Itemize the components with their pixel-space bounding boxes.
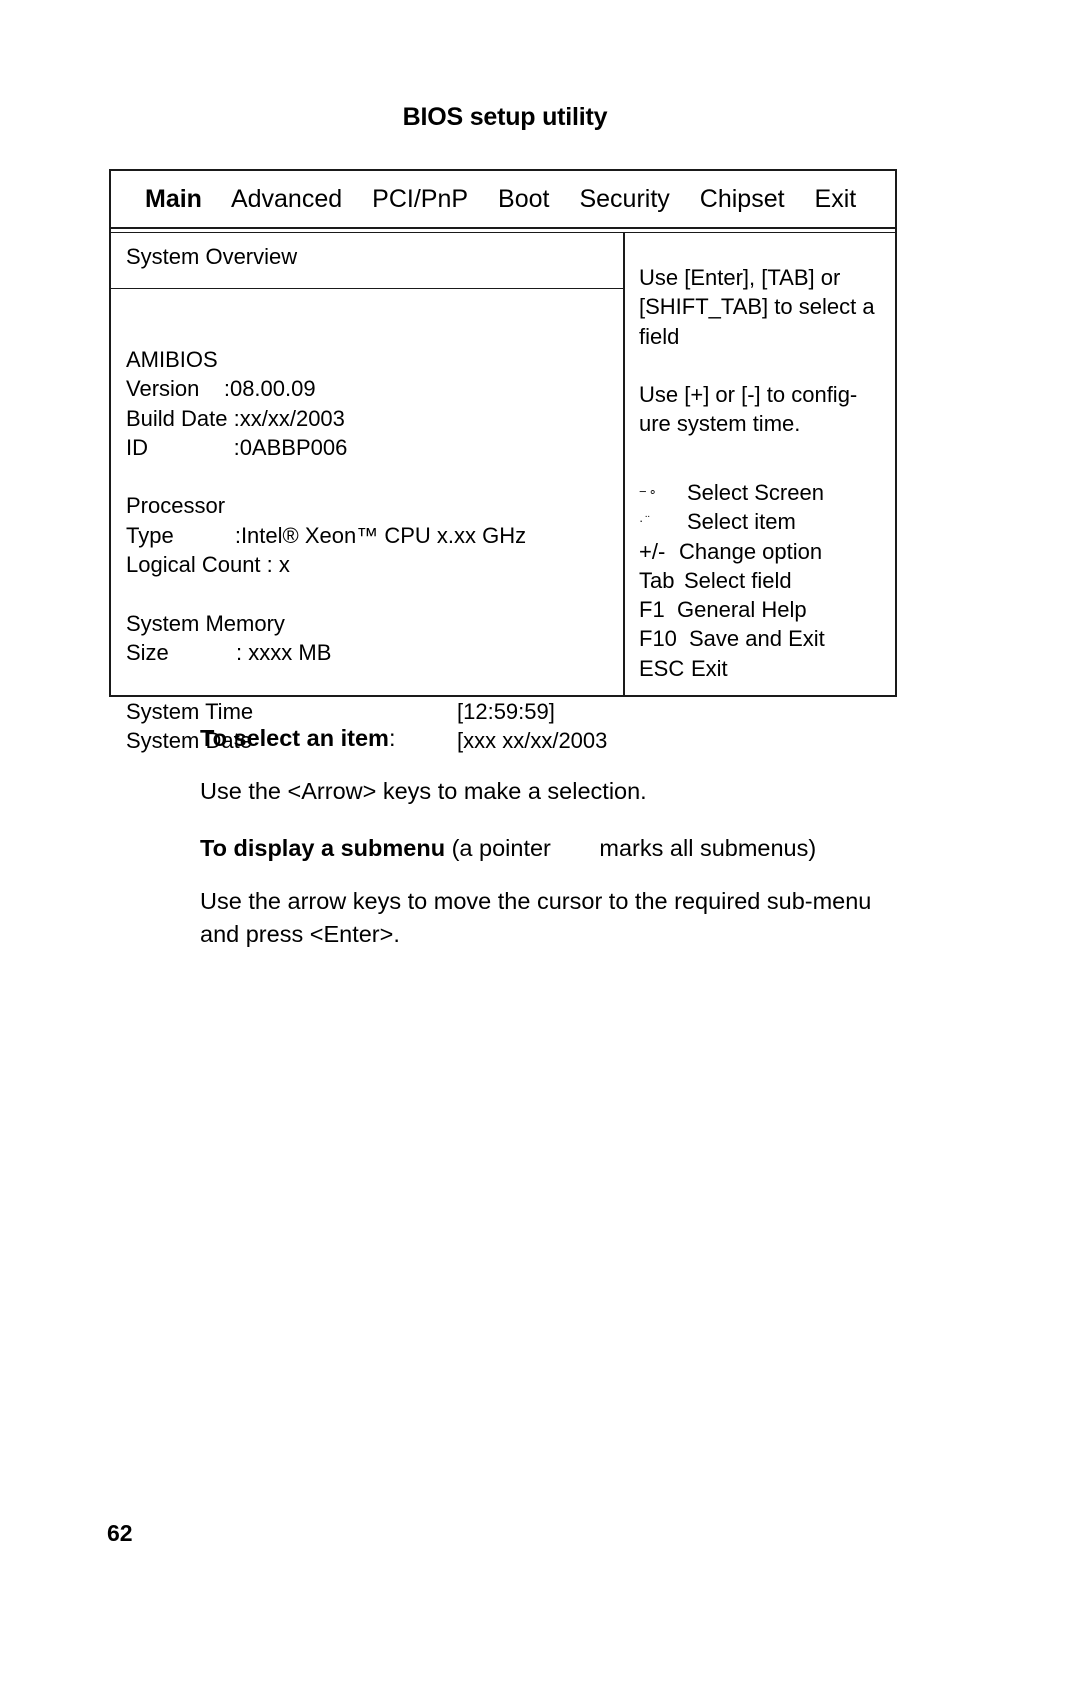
instruction-submenu-text-b: marks all submenus) <box>599 835 817 861</box>
key-legend-select-screen-label: Select Screen <box>687 480 824 505</box>
group-heading-amibios: AMIBIOS <box>126 347 218 372</box>
tab-boot[interactable]: Boot <box>498 185 549 214</box>
key-legend-change-option-label: Change option <box>679 538 823 564</box>
group-spacer-2 <box>126 579 626 608</box>
group-spacer-1 <box>126 462 626 491</box>
key-legend-select-item-label: Select item <box>687 509 796 535</box>
key-legend-exit-label: Exit <box>691 655 728 681</box>
field-logical-count[interactable]: Logical Count : x <box>126 550 626 579</box>
tab-exit[interactable]: Exit <box>815 185 857 214</box>
field-build-date[interactable]: Build Date :xx/xx/2003 <box>126 404 626 433</box>
instruction-submenu-heading-text: To display a submenu <box>200 835 446 861</box>
help-key-legend: −∘ Select Screen ·¨ Select item +/- Change … <box>639 478 891 683</box>
bios-menu-bar: Main Advanced PCI/PnP Boot Security Chip… <box>111 171 895 227</box>
field-version[interactable]: Version :08.00.09 <box>126 374 626 403</box>
field-build-date-value: :xx/xx/2003 <box>233 405 345 431</box>
field-processor-type-label: Type <box>126 522 235 548</box>
instruction-select-heading: To select an item: <box>200 722 900 755</box>
bios-help-panel: Use [Enter], [TAB] or [SHIFT_TAB] to sel… <box>623 232 896 695</box>
key-legend-select-item: ·¨ Select item <box>639 507 891 536</box>
field-memory-size-value: : xxxx MB <box>236 639 332 665</box>
tab-security[interactable]: Security <box>579 185 669 214</box>
tab-pci-pnp[interactable]: PCI/PnP <box>372 185 468 214</box>
help-description: Use [Enter], [TAB] or [SHIFT_TAB] to sel… <box>639 263 889 438</box>
key-legend-select-field-label: Select field <box>684 567 792 593</box>
key-legend-exit-key: ESC <box>639 655 685 681</box>
field-build-date-label: Build Date <box>126 405 234 431</box>
key-legend-change-option: +/- Change option <box>639 537 891 566</box>
field-memory-size-label: Size <box>126 639 237 665</box>
left-right-arrow-icon: −∘ <box>639 484 659 499</box>
key-legend-general-help: F1 General Help <box>639 595 891 624</box>
menu-bar-divider <box>111 227 895 229</box>
key-legend-general-help-key: F1 <box>639 597 665 623</box>
help-paragraph-configure-time: Use [+] or [-] to config-ure system time… <box>639 381 858 437</box>
key-legend-change-option-key: +/- <box>639 538 666 564</box>
group-spacer-3 <box>126 667 626 696</box>
tab-chipset[interactable]: Chipset <box>700 185 785 214</box>
key-legend-save-and-exit-key: F10 <box>639 626 677 652</box>
key-legend-exit: ESC Exit <box>639 654 891 683</box>
instruction-submenu-text-a: (a pointer <box>445 835 558 861</box>
help-paragraph-gap <box>639 351 889 380</box>
group-heading-processor: Processor <box>126 493 226 519</box>
bios-main-panel: System Overview AMIBIOS Version :08.00.0… <box>111 232 623 753</box>
instruction-select-heading-colon: : <box>388 725 396 751</box>
field-version-label: Version <box>126 376 224 402</box>
key-legend-save-and-exit: F10 Save and Exit <box>639 624 891 653</box>
page-title: BIOS setup utility <box>402 103 608 131</box>
key-legend-general-help-label: General Help <box>677 597 807 623</box>
field-processor-type-value: :Intel® Xeon™ CPU x.xx GHz <box>234 522 527 548</box>
group-heading-system-memory: System Memory <box>126 610 285 636</box>
key-legend-save-and-exit-label: Save and Exit <box>689 626 825 652</box>
key-legend-select-screen: −∘ Select Screen <box>639 478 891 507</box>
field-version-value: :08.00.09 <box>223 376 316 402</box>
bios-setup-screen: Main Advanced PCI/PnP Boot Security Chip… <box>109 169 897 753</box>
page-number: 62 <box>107 1520 133 1546</box>
tab-main[interactable]: Main <box>145 185 202 214</box>
field-memory-size[interactable]: Size : xxxx MB <box>126 638 626 667</box>
field-id[interactable]: ID :0ABBP006 <box>126 433 626 462</box>
section-title-system-overview: System Overview <box>126 244 298 269</box>
system-overview-fields: AMIBIOS Version :08.00.09 Build Date :xx… <box>126 345 626 755</box>
tab-advanced[interactable]: Advanced <box>231 185 342 214</box>
document-page: BIOS setup utility Main Advanced PCI/PnP… <box>0 0 1080 1690</box>
up-down-arrow-icon: ·¨ <box>639 513 652 529</box>
field-id-label: ID <box>126 434 234 460</box>
section-title-divider <box>111 288 623 289</box>
field-processor-type[interactable]: Type :Intel® Xeon™ CPU x.xx GHz <box>126 521 626 550</box>
key-legend-select-field-key: Tab <box>639 567 675 593</box>
instruction-select-body: Use the <Arrow> keys to make a selection… <box>200 778 647 804</box>
instruction-submenu-heading: To display a submenu (a pointer marks al… <box>200 832 900 865</box>
instruction-select-heading-text: To select an item <box>200 725 389 751</box>
help-paragraph-select-field: Use [Enter], [TAB] or [SHIFT_TAB] to sel… <box>639 265 875 349</box>
field-logical-count-label: Logical Count : x <box>126 552 290 578</box>
field-id-value: :0ABBP006 <box>233 434 348 460</box>
instructions-block: To select an item: Use the <Arrow> keys … <box>200 722 900 969</box>
key-legend-select-field: Tab Select field <box>639 566 891 595</box>
instruction-submenu-body: Use the arrow keys to move the cursor to… <box>200 888 872 947</box>
